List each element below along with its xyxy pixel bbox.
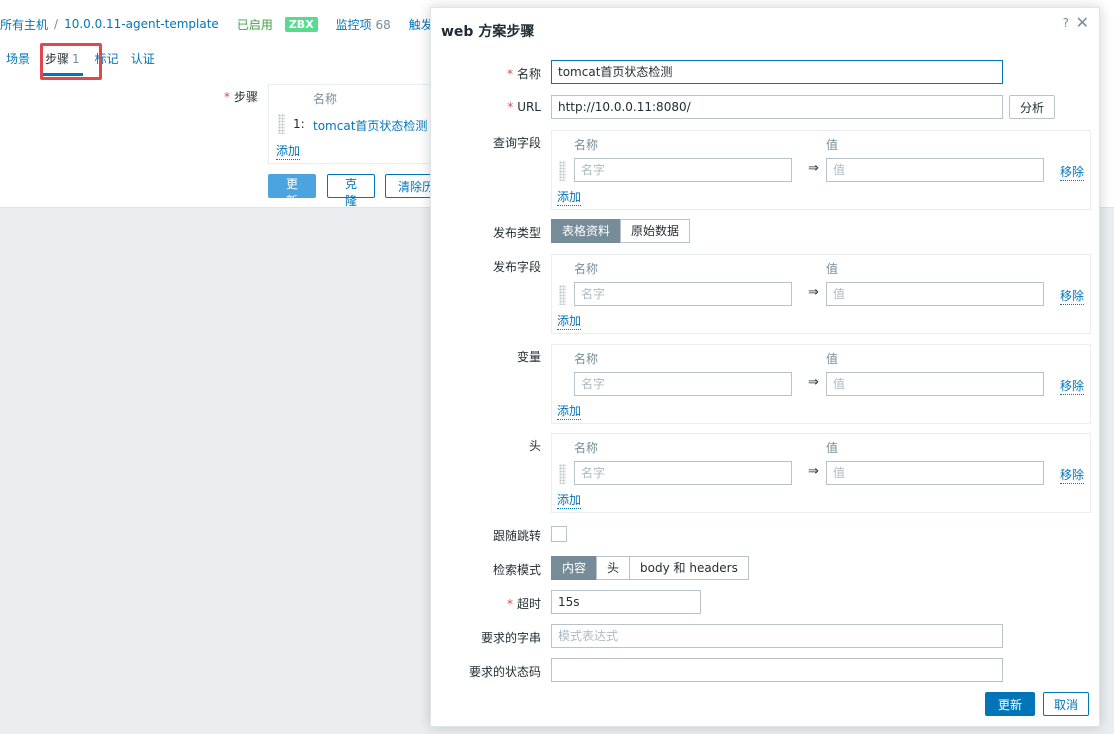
items-count: 68 [375,17,391,32]
variable-value-input[interactable]: 值 [826,372,1044,396]
tab-authentication[interactable]: 认证 [125,44,161,76]
breadcrumb: 所有主机 / 10.0.0.11-agent-template 已启用 ZBX … [0,10,456,38]
required-string-label: 要求的字串 [480,631,541,645]
post-add-link[interactable]: 添加 [557,312,582,330]
step-row-number: 1: [293,117,305,131]
query-remove-link[interactable]: 移除 [1060,163,1085,181]
query-name-input[interactable]: 名字 [574,158,792,182]
breadcrumb-all-hosts[interactable]: 所有主机 [0,16,48,33]
breadcrumb-separator: / [54,17,59,31]
bg-clone-button[interactable]: 克隆 [327,174,375,208]
web-step-dialog: web 方案步骤 ? ✕ * 名称 tomcat首页状态检测 * URL http:… [430,7,1100,727]
drag-handle-icon[interactable] [278,114,285,134]
column-name-header: 名称 [574,352,599,366]
status-codes-input[interactable] [551,658,1003,682]
column-name-header: 名称 [574,262,599,276]
required-string-input[interactable]: 模式表达式 [551,624,1003,648]
drag-handle-icon[interactable] [559,464,566,484]
retrieve-mode-body-and-headers[interactable]: body 和 headers [629,556,749,580]
header-name-input[interactable]: 名字 [574,461,792,485]
post-type-label: 发布类型 [492,226,541,240]
required-marker: * [223,90,230,104]
follow-redirects-checkbox[interactable] [551,526,567,542]
query-fields-label: 查询字段 [492,136,541,150]
zbx-badge: ZBX [284,16,318,32]
url-input[interactable]: http://10.0.0.11:8080/ [551,95,1003,119]
url-label-text: URL [517,100,541,114]
name-label-text: 名称 [516,67,541,81]
arrow-icon: ⇒ [808,464,819,479]
column-value-header: 值 [826,262,839,276]
items-label: 监控项 [335,17,372,32]
header-remove-link[interactable]: 移除 [1060,466,1085,484]
steps-table: 名称 1: tomcat首页状态检测 添加 [268,84,448,164]
column-value-header: 值 [826,441,839,455]
column-name-header: 名称 [574,138,599,152]
headers-table: 名称 值 名字 ⇒ 值 移除 添加 [551,433,1091,513]
step-row-link[interactable]: tomcat首页状态检测 [313,117,427,134]
steps-column-name: 名称 [313,92,338,106]
status-enabled[interactable]: 已启用 [237,16,273,33]
required-marker: * [506,67,513,81]
arrow-icon: ⇒ [808,161,819,176]
timeout-label: * 超时 [441,595,541,612]
retrieve-mode-label: 检索模式 [492,563,541,577]
column-value-header: 值 [826,138,839,152]
retrieve-mode-toggle: 内容 头 body 和 headers [551,556,749,580]
follow-redirects-label: 跟随跳转 [492,529,541,543]
post-fields-table: 名称 值 名字 ⇒ 值 移除 添加 [551,254,1091,334]
post-remove-link[interactable]: 移除 [1060,287,1085,305]
retrieve-mode-content[interactable]: 内容 [551,556,598,580]
close-icon[interactable]: ✕ [1076,13,1089,32]
required-marker: * [506,597,513,611]
cancel-button[interactable]: 取消 [1043,692,1090,716]
variables-label: 变量 [516,350,541,364]
steps-label: * 步骤 [200,88,258,105]
variable-add-link[interactable]: 添加 [557,402,582,420]
post-fields-label: 发布字段 [492,260,541,274]
query-add-link[interactable]: 添加 [557,188,582,206]
tab-highlight-box [40,43,102,80]
retrieve-mode-headers[interactable]: 头 [596,556,631,580]
items-link[interactable]: 监控项 68 [336,16,391,33]
headers-label: 头 [528,439,541,453]
post-name-input[interactable]: 名字 [574,282,792,306]
variables-table: 名称 值 名字 ⇒ 值 移除 添加 [551,344,1091,424]
post-type-raw-data[interactable]: 原始数据 [620,219,691,243]
required-marker: * [507,100,514,114]
post-value-input[interactable]: 值 [826,282,1044,306]
parse-button[interactable]: 分析 [1009,95,1056,119]
help-icon[interactable]: ? [1063,16,1069,30]
arrow-icon: ⇒ [808,285,819,300]
timeout-label-text: 超时 [516,597,541,611]
arrow-icon: ⇒ [808,375,819,390]
update-button[interactable]: 更新 [985,692,1036,716]
name-label: * 名称 [441,65,541,82]
column-name-header: 名称 [574,441,599,455]
header-add-link[interactable]: 添加 [557,491,582,509]
dialog-title: web 方案步骤 [441,24,535,40]
status-codes-label: 要求的状态码 [468,665,541,679]
bg-update-button[interactable]: 更新 [268,174,316,208]
drag-handle-icon[interactable] [559,285,566,305]
header-value-input[interactable]: 值 [826,461,1044,485]
column-value-header: 值 [826,352,839,366]
breadcrumb-host[interactable]: 10.0.0.11-agent-template [64,17,219,31]
drag-handle-icon[interactable] [559,161,566,181]
variable-remove-link[interactable]: 移除 [1060,377,1085,395]
timeout-input[interactable]: 15s [551,590,701,614]
post-type-form-data[interactable]: 表格资料 [551,219,622,243]
steps-add-link[interactable]: 添加 [276,142,301,160]
query-fields-table: 名称 值 名字 ⇒ 值 移除 添加 [551,130,1091,210]
tab-scenario[interactable]: 场景 [0,44,36,76]
url-label: * URL [441,100,541,114]
post-type-toggle: 表格资料 原始数据 [551,219,691,243]
query-value-input[interactable]: 值 [826,158,1044,182]
variable-name-input[interactable]: 名字 [574,372,792,396]
name-input[interactable]: tomcat首页状态检测 [551,60,1003,84]
steps-label-text: 步骤 [233,90,258,104]
